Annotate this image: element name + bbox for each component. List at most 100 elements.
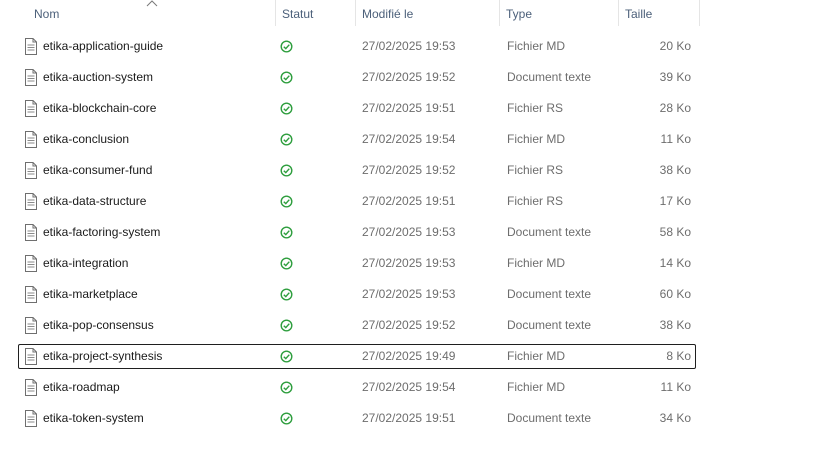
- synced-check-icon: [280, 350, 293, 363]
- column-header-bar: Nom Statut Modifié le Type Taille: [0, 0, 816, 28]
- synced-check-icon: [280, 319, 293, 332]
- synced-check-icon: [280, 226, 293, 239]
- text-file-icon: [25, 131, 37, 148]
- file-type: Fichier RS: [507, 101, 564, 115]
- file-type: Fichier RS: [507, 194, 564, 208]
- file-row[interactable]: etika-pop-consensus 27/02/2025 19:52 Docum…: [18, 313, 696, 338]
- file-type: Fichier MD: [507, 39, 566, 53]
- file-name[interactable]: etika-marketplace: [43, 283, 138, 306]
- text-file-icon: [25, 162, 37, 179]
- text-file-icon: [25, 255, 37, 272]
- file-row[interactable]: etika-marketplace 27/02/2025 19:53 Documen…: [18, 282, 696, 307]
- text-file-icon: [25, 317, 37, 334]
- file-size: 11 Ko: [660, 132, 691, 146]
- synced-check-icon: [280, 133, 293, 146]
- file-name[interactable]: etika-pop-consensus: [43, 314, 154, 337]
- synced-check-icon: [280, 288, 293, 301]
- file-row[interactable]: etika-application-guide 27/02/2025 19:53 F…: [18, 34, 696, 59]
- synced-check-icon: [280, 71, 293, 84]
- file-modified-date: 27/02/2025 19:52: [362, 163, 456, 177]
- file-size: 14 Ko: [659, 256, 691, 270]
- file-type: Fichier MD: [507, 349, 566, 363]
- column-header-status[interactable]: Statut: [275, 0, 355, 28]
- file-modified-date: 27/02/2025 19:53: [362, 287, 456, 301]
- file-type: Fichier RS: [507, 163, 564, 177]
- synced-check-icon: [280, 164, 293, 177]
- file-type: Fichier MD: [507, 380, 566, 394]
- file-name[interactable]: etika-token-system: [43, 407, 144, 430]
- file-row[interactable]: etika-conclusion 27/02/2025 19:54 Fichier …: [18, 127, 696, 152]
- file-row[interactable]: etika-consumer-fund 27/02/2025 19:52 Fichi…: [18, 158, 696, 183]
- file-modified-date: 27/02/2025 19:52: [362, 318, 456, 332]
- file-row[interactable]: etika-blockchain-core 27/02/2025 19:51 Fic…: [18, 96, 696, 121]
- column-header-type[interactable]: Type: [499, 0, 618, 28]
- text-file-icon: [25, 38, 37, 55]
- file-size: 28 Ko: [659, 101, 691, 115]
- column-header-name[interactable]: Nom: [27, 0, 275, 28]
- file-name[interactable]: etika-consumer-fund: [43, 159, 152, 182]
- text-file-icon: [25, 69, 37, 86]
- file-name[interactable]: etika-factoring-system: [43, 221, 160, 244]
- file-modified-date: 27/02/2025 19:49: [362, 349, 456, 363]
- text-file-icon: [25, 286, 37, 303]
- file-size: 60 Ko: [659, 287, 691, 301]
- file-row[interactable]: etika-factoring-system 27/02/2025 19:53 Do…: [18, 220, 696, 245]
- file-size: 38 Ko: [659, 318, 691, 332]
- file-type: Document texte: [507, 225, 592, 239]
- file-type: Document texte: [507, 70, 592, 84]
- file-row[interactable]: etika-data-structure 27/02/2025 19:51 Fich…: [18, 189, 696, 214]
- file-row[interactable]: etika-integration 27/02/2025 19:53 Fichier…: [18, 251, 696, 276]
- file-row-focused[interactable]: etika-project-synthesis 27/02/2025 19:49 F…: [18, 344, 696, 369]
- file-type: Fichier MD: [507, 256, 566, 270]
- file-size: 34 Ko: [659, 411, 691, 425]
- file-size: 11 Ko: [660, 380, 691, 394]
- file-row[interactable]: etika-token-system 27/02/2025 19:51 Docume…: [18, 406, 696, 431]
- file-modified-date: 27/02/2025 19:51: [362, 101, 456, 115]
- synced-check-icon: [280, 195, 293, 208]
- file-name[interactable]: etika-blockchain-core: [43, 97, 156, 120]
- file-size: 39 Ko: [659, 70, 691, 84]
- file-row[interactable]: etika-roadmap 27/02/2025 19:54 Fichier MD 1…: [18, 375, 696, 400]
- file-name[interactable]: etika-data-structure: [43, 190, 146, 213]
- file-modified-date: 27/02/2025 19:54: [362, 132, 456, 146]
- synced-check-icon: [280, 257, 293, 270]
- file-modified-date: 27/02/2025 19:53: [362, 256, 456, 270]
- column-divider[interactable]: [699, 0, 700, 26]
- text-file-icon: [25, 379, 37, 396]
- file-size: 20 Ko: [659, 39, 691, 53]
- text-file-icon: [25, 224, 37, 241]
- synced-check-icon: [280, 40, 293, 53]
- text-file-icon: [25, 193, 37, 210]
- file-name[interactable]: etika-project-synthesis: [43, 345, 162, 368]
- text-file-icon: [25, 100, 37, 117]
- synced-check-icon: [280, 102, 293, 115]
- file-name[interactable]: etika-auction-system: [43, 66, 153, 89]
- column-header-size[interactable]: Taille: [618, 0, 699, 28]
- text-file-icon: [25, 348, 37, 365]
- file-modified-date: 27/02/2025 19:53: [362, 39, 456, 53]
- file-modified-date: 27/02/2025 19:53: [362, 225, 456, 239]
- file-name[interactable]: etika-integration: [43, 252, 128, 275]
- left-edge: [0, 0, 3, 463]
- text-file-icon: [25, 410, 37, 427]
- file-list-view: Nom Statut Modifié le Type Taille etika-…: [0, 0, 816, 463]
- file-type: Document texte: [507, 287, 592, 301]
- column-header-modified[interactable]: Modifié le: [355, 0, 499, 28]
- synced-check-icon: [280, 412, 293, 425]
- file-modified-date: 27/02/2025 19:51: [362, 411, 456, 425]
- file-size: 8 Ko: [666, 349, 691, 363]
- file-modified-date: 27/02/2025 19:54: [362, 380, 456, 394]
- file-type: Fichier MD: [507, 132, 566, 146]
- file-type: Document texte: [507, 318, 592, 332]
- file-size: 17 Ko: [659, 194, 691, 208]
- file-type: Document texte: [507, 411, 592, 425]
- file-size: 58 Ko: [659, 225, 691, 239]
- synced-check-icon: [280, 381, 293, 394]
- file-modified-date: 27/02/2025 19:51: [362, 194, 456, 208]
- file-row[interactable]: etika-auction-system 27/02/2025 19:52 Docu…: [18, 65, 696, 90]
- file-name[interactable]: etika-conclusion: [43, 128, 129, 151]
- file-modified-date: 27/02/2025 19:52: [362, 70, 456, 84]
- file-name[interactable]: etika-roadmap: [43, 376, 120, 399]
- file-size: 38 Ko: [659, 163, 691, 177]
- file-name[interactable]: etika-application-guide: [43, 35, 163, 58]
